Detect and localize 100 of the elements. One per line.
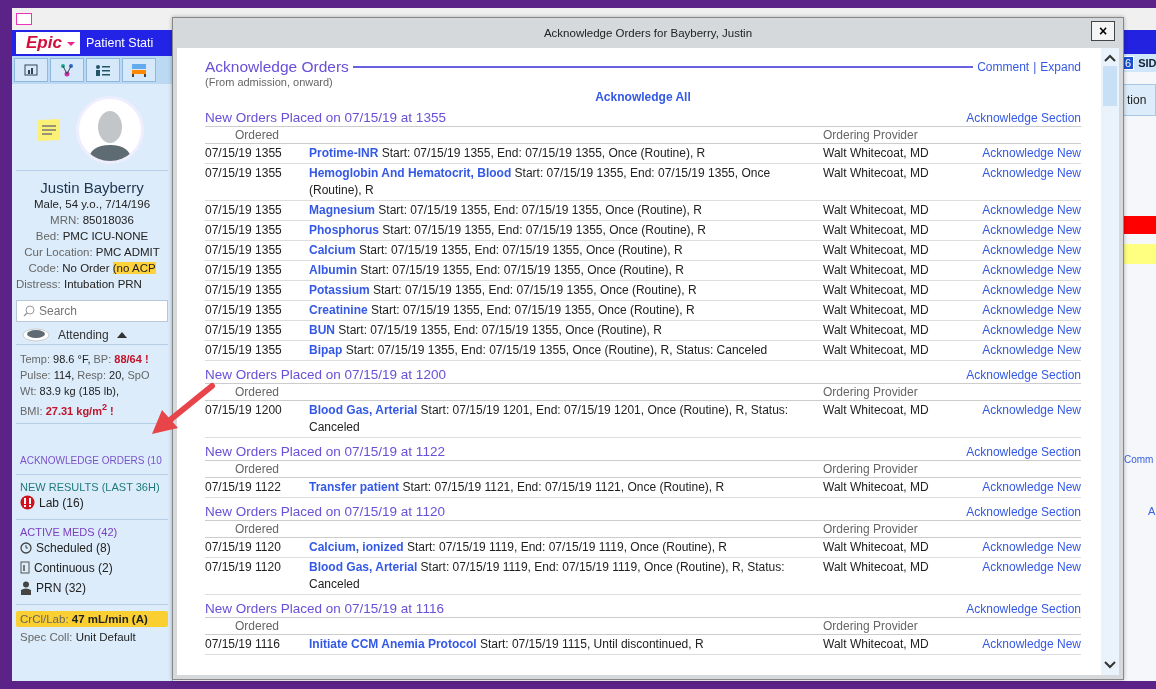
acknowledge-new-link[interactable]: Acknowledge New: [982, 343, 1081, 357]
acknowledge-new-link[interactable]: Acknowledge New: [982, 303, 1081, 317]
patient-demographics: Male, 54 y.o., 7/14/196: [32, 197, 152, 212]
sticky-note-icon[interactable]: [36, 117, 62, 143]
acknowledge-section-link[interactable]: Acknowledge Section: [966, 602, 1081, 616]
comment-link[interactable]: Comm: [1122, 454, 1156, 465]
acknowledge-new-link[interactable]: Acknowledge New: [982, 146, 1081, 160]
page-heading: Acknowledge Orders: [205, 58, 349, 76]
table-cell: 07/15/19 1355: [205, 301, 309, 321]
tab[interactable]: tion: [1122, 84, 1156, 116]
acknowledge-new-link[interactable]: Acknowledge New: [982, 480, 1081, 494]
vital-reading: SpO: [127, 369, 150, 381]
meds-item[interactable]: Scheduled (8): [36, 537, 111, 558]
results-item[interactable]: Lab (16): [39, 492, 84, 513]
table-cell: Walt Whitecoat, MD: [823, 241, 979, 261]
column-header: Ordering Provider: [823, 461, 979, 478]
order-description: Protime-INR Start: 07/15/19 1355, End: 07/15/19 1355, Once (Routine), R: [309, 144, 823, 164]
table-cell: 07/15/19 1355: [205, 201, 309, 221]
order-link[interactable]: Albumin: [309, 263, 357, 277]
acknowledge-new-link[interactable]: Acknowledge New: [982, 263, 1081, 277]
link[interactable]: A: [1122, 505, 1156, 517]
order-link[interactable]: Calcium, ionized: [309, 540, 404, 554]
table-cell: Walt Whitecoat, MD: [823, 538, 979, 558]
bag-icon: [20, 561, 30, 575]
table-cell: 07/15/19 1355: [205, 321, 309, 341]
table-cell: Walt Whitecoat, MD: [823, 341, 979, 361]
vital-reading: BMI: 27.31 kg/m$^{2}$ !: [20, 404, 114, 417]
patient-name: Justin Bayberry: [39, 179, 145, 196]
acknowledge-section-link[interactable]: Acknowledge Section: [966, 505, 1081, 519]
alert-icon: [20, 495, 35, 511]
order-link[interactable]: Calcium: [309, 243, 356, 257]
column-header: Ordered: [205, 618, 309, 635]
acknowledge-new-link[interactable]: Acknowledge New: [982, 637, 1081, 651]
acknowledge-new-link[interactable]: Acknowledge New: [982, 223, 1081, 237]
order-link[interactable]: Blood Gas, Arterial: [309, 560, 418, 574]
table-cell: Walt Whitecoat, MD: [823, 281, 979, 301]
acknowledge-orders-link[interactable]: ACKNOWLEDGE ORDERS (10: [16, 454, 166, 466]
acknowledge-new-link[interactable]: Acknowledge New: [982, 403, 1081, 417]
app-logo-icon: [16, 13, 32, 25]
order-link[interactable]: Transfer patient: [309, 480, 400, 494]
column-header: Ordering Provider: [823, 384, 979, 401]
acknowledge-new-link[interactable]: Acknowledge New: [982, 166, 1081, 180]
acknowledge-new-link[interactable]: Acknowledge New: [982, 540, 1081, 554]
comment-link[interactable]: Comment: [977, 60, 1030, 74]
vital-reading: Wt: 83.9 kg (185 lb),: [20, 385, 120, 397]
order-link[interactable]: Bipap: [309, 343, 343, 357]
close-button[interactable]: ×: [1091, 21, 1115, 41]
order-link[interactable]: Creatinine: [309, 303, 368, 317]
vital-reading: BP: 88/64 !: [93, 353, 149, 365]
alert-banner: [1122, 216, 1156, 234]
order-link[interactable]: Protime-INR: [309, 146, 379, 160]
list-icon[interactable]: [86, 58, 120, 82]
table-cell: 07/15/19 1355: [205, 164, 309, 201]
acknowledge-new-link[interactable]: Acknowledge New: [982, 243, 1081, 257]
scroll-up-icon[interactable]: [1104, 54, 1116, 62]
table-cell: 07/15/19 1355: [205, 281, 309, 301]
patient-station-tab[interactable]: Patient Stati: [85, 36, 154, 50]
column-header: Ordered: [205, 127, 309, 144]
expand-link[interactable]: Expand: [1040, 60, 1081, 74]
patient-field: Bed: PMC ICU-NONE: [12, 228, 172, 244]
column-header: Ordering Provider: [823, 521, 979, 538]
table-cell: Walt Whitecoat, MD: [823, 558, 979, 595]
column-header: Ordering Provider: [823, 618, 979, 635]
chart-icon[interactable]: [14, 58, 48, 82]
order-link[interactable]: Initiate CCM Anemia Protocol: [309, 637, 477, 651]
acknowledge-section-link[interactable]: Acknowledge Section: [966, 368, 1081, 382]
table-cell: Walt Whitecoat, MD: [823, 164, 979, 201]
caret-icon[interactable]: [116, 332, 127, 338]
acknowledge-section-link[interactable]: Acknowledge Section: [966, 111, 1081, 125]
search-field[interactable]: Search: [16, 300, 168, 322]
order-link[interactable]: Magnesium: [309, 203, 375, 217]
acknowledge-new-link[interactable]: Acknowledge New: [982, 283, 1081, 297]
table-cell: 07/15/19 1120: [205, 558, 309, 595]
scrollbar-thumb[interactable]: [1103, 66, 1117, 106]
order-link[interactable]: Hemoglobin And Hematocrit, Blood: [309, 166, 512, 180]
scroll-down-icon[interactable]: [1104, 661, 1116, 669]
clock-icon: [20, 541, 32, 554]
molecule-icon[interactable]: [50, 58, 84, 82]
order-link[interactable]: BUN: [309, 323, 335, 337]
order-link[interactable]: Potassium: [309, 283, 370, 297]
patient-field: Distress: Intubation PRN: [12, 276, 172, 292]
acknowledge-new-link[interactable]: Acknowledge New: [982, 203, 1081, 217]
order-description: Albumin Start: 07/15/19 1355, End: 07/15/19 1355, Once (Routine), R: [309, 261, 823, 281]
meds-item[interactable]: PRN (32): [36, 577, 86, 598]
dialog-title: Acknowledge Orders for Bayberry, Justin: [543, 27, 753, 39]
table-cell: 07/15/19 1355: [205, 144, 309, 164]
epic-menu-button[interactable]: Epic: [16, 32, 80, 54]
section-title: New Orders Placed on 07/15/19 at 1122: [205, 444, 445, 459]
acknowledge-section-link[interactable]: Acknowledge Section: [966, 445, 1081, 459]
section-heading: NEW RESULTS (LAST 36H): [20, 480, 161, 493]
acknowledge-new-link[interactable]: Acknowledge New: [982, 323, 1081, 337]
acknowledge-all-link[interactable]: Acknowledge All: [595, 90, 691, 104]
vital-reading: Pulse: 114,: [20, 369, 75, 381]
order-link[interactable]: Blood Gas, Arterial: [309, 403, 418, 417]
acknowledge-new-link[interactable]: Acknowledge New: [982, 560, 1081, 574]
order-link[interactable]: Phosphorus: [309, 223, 379, 237]
attending-label: Attending: [58, 328, 109, 342]
meds-item[interactable]: Continuous (2): [34, 557, 113, 578]
order-description: Hemoglobin And Hematocrit, Blood Start: 07/15/19 1355, End: 07/15/19 1355, Once (Routine), R: [309, 164, 823, 201]
column-header: Ordered: [205, 461, 309, 478]
